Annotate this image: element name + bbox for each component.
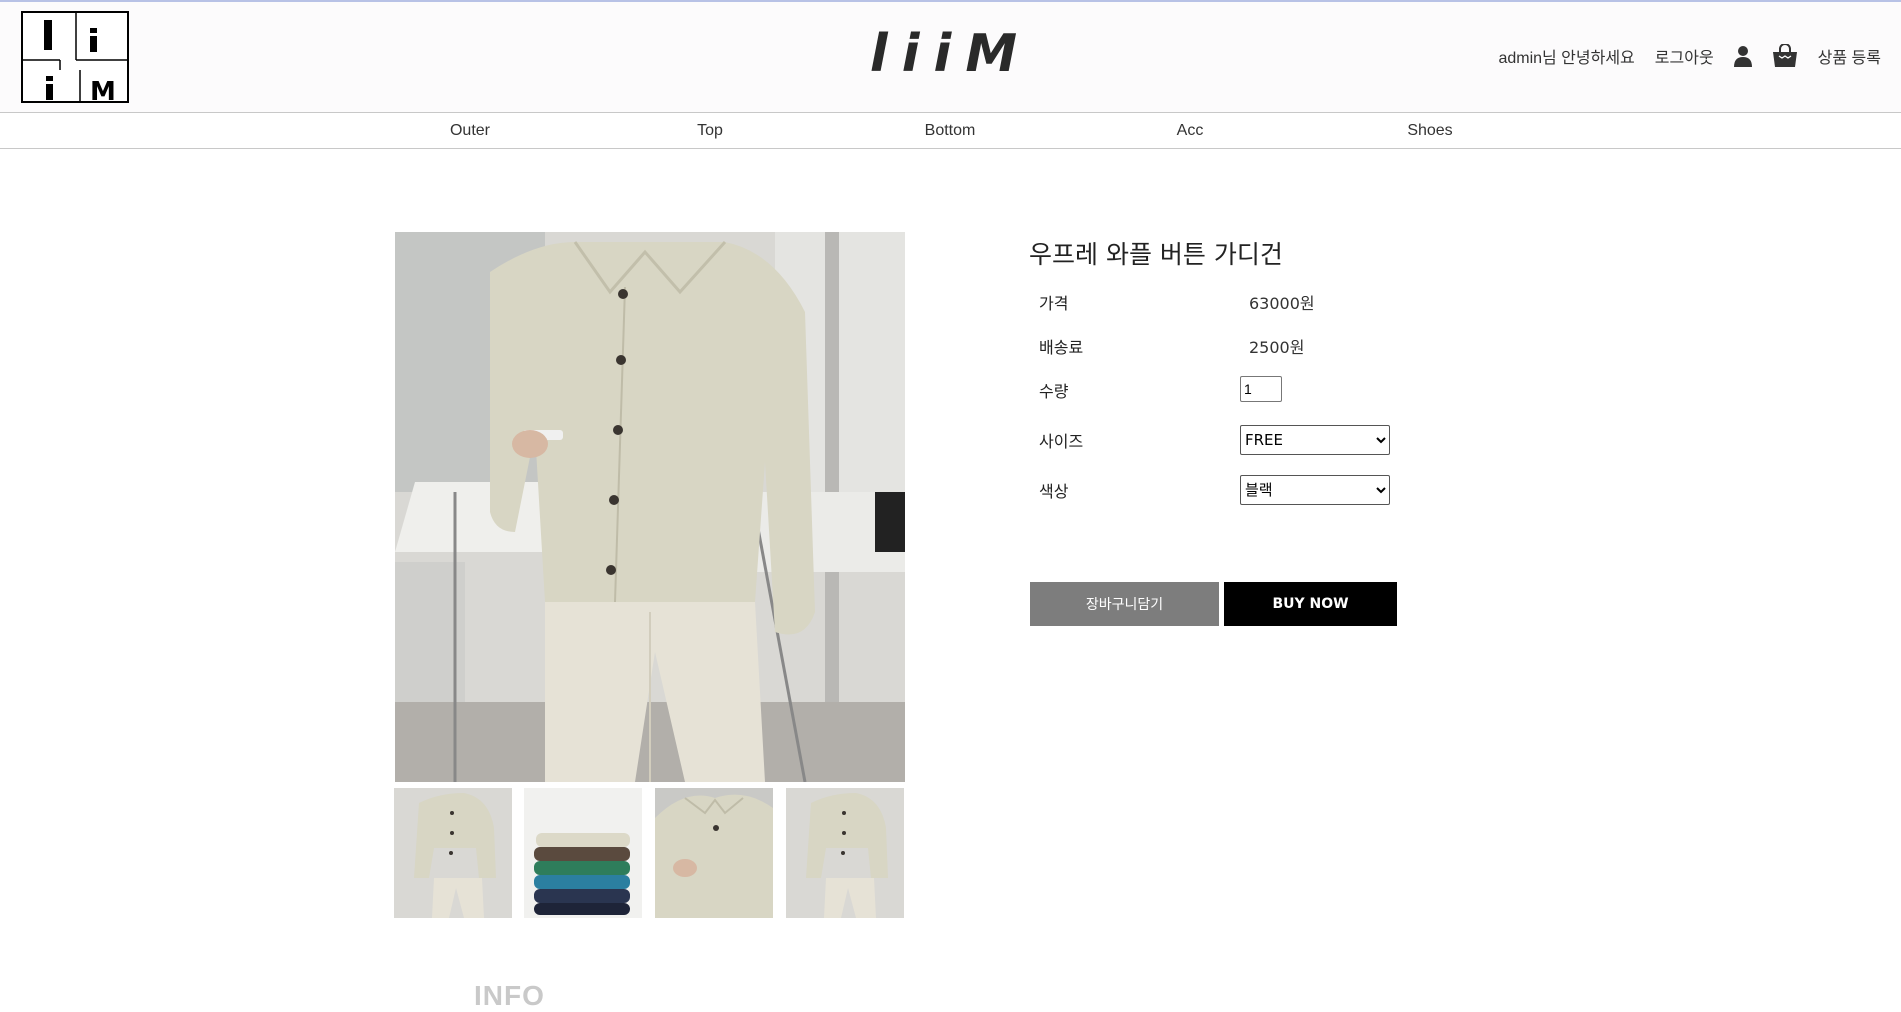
user-utility-bar: admin님 안녕하세요 로그아웃 상품 등록 bbox=[1498, 44, 1881, 68]
nav-item-outer[interactable]: Outer bbox=[410, 122, 530, 140]
size-select[interactable]: FREE bbox=[1240, 425, 1390, 455]
category-nav: Outer Top Bottom Acc Shoes bbox=[0, 113, 1901, 149]
color-label: 색상 bbox=[1039, 482, 1069, 501]
site-header: M liiM admin님 안녕하세요 로그아웃 상품 등록 bbox=[0, 2, 1901, 113]
product-main-image bbox=[395, 232, 905, 782]
product-thumbnail-2[interactable] bbox=[524, 788, 642, 918]
buy-now-button[interactable]: BUY NOW bbox=[1224, 582, 1397, 626]
quantity-label: 수량 bbox=[1039, 382, 1069, 401]
shipping-value: 2500원 bbox=[1249, 338, 1305, 357]
size-label: 사이즈 bbox=[1039, 432, 1084, 451]
nav-item-bottom[interactable]: Bottom bbox=[890, 122, 1010, 140]
product-thumbnail-1[interactable] bbox=[394, 788, 512, 918]
add-to-cart-button[interactable]: 장바구니담기 bbox=[1030, 582, 1219, 626]
greeting-text: admin님 안녕하세요 bbox=[1498, 50, 1635, 67]
nav-item-top[interactable]: Top bbox=[650, 122, 770, 140]
price-label: 가격 bbox=[1039, 294, 1069, 313]
nav-item-acc[interactable]: Acc bbox=[1130, 122, 1250, 140]
product-register-link[interactable]: 상품 등록 bbox=[1818, 44, 1881, 68]
nav-item-shoes[interactable]: Shoes bbox=[1370, 122, 1490, 140]
price-value: 63000원 bbox=[1249, 294, 1315, 313]
product-thumbnail-3[interactable] bbox=[655, 788, 773, 918]
shipping-label: 배송료 bbox=[1039, 338, 1084, 357]
logout-link[interactable]: 로그아웃 bbox=[1655, 44, 1714, 68]
product-thumbnail-4[interactable] bbox=[786, 788, 904, 918]
color-select[interactable]: 블랙 bbox=[1240, 475, 1390, 505]
info-section-heading: INFO bbox=[474, 980, 545, 1011]
user-icon[interactable] bbox=[1733, 45, 1752, 67]
product-title: 우프레 와플 버튼 가디건 bbox=[1029, 240, 1283, 269]
shopping-bag-icon[interactable] bbox=[1772, 44, 1798, 68]
quantity-input[interactable] bbox=[1240, 376, 1282, 402]
